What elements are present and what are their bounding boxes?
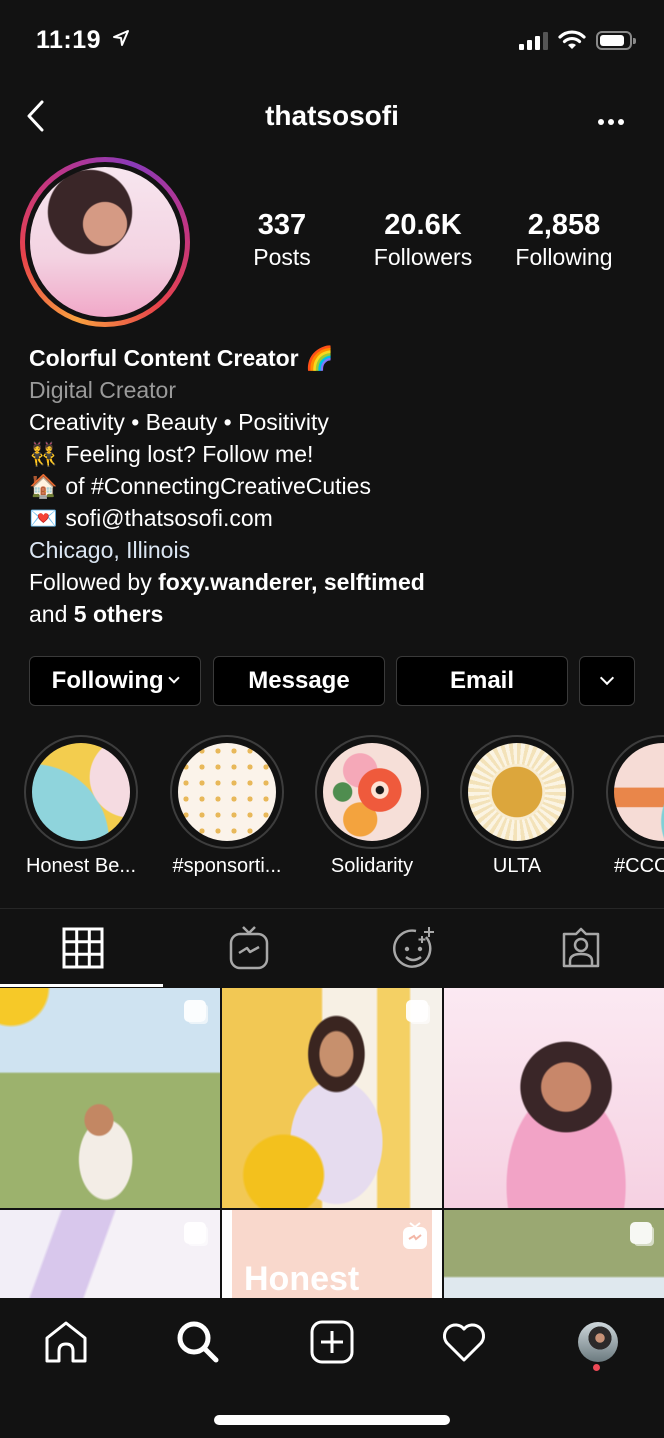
bio-line: Feeling lost? Follow me! (65, 441, 314, 467)
story-highlight[interactable]: ULTA (460, 735, 574, 878)
location-arrow-icon (113, 30, 129, 46)
tab-igtv[interactable] (166, 909, 332, 987)
igtv-icon (229, 926, 269, 970)
post-thumbnail[interactable] (0, 1210, 220, 1298)
profile-avatar-small (578, 1322, 618, 1362)
post-thumbnail[interactable] (444, 988, 664, 1208)
wifi-icon (558, 30, 586, 49)
activity-heart-icon (443, 1323, 485, 1362)
stat-followers[interactable]: 20.6K Followers (362, 208, 484, 272)
rainbow-emoji-icon: 🌈 (305, 345, 334, 371)
love-letter-emoji-icon: 💌 (29, 505, 58, 531)
notification-dot (593, 1364, 600, 1371)
house-emoji-icon: 🏠 (29, 473, 58, 499)
profile-avatar-story-ring[interactable] (20, 157, 190, 327)
post-thumbnail[interactable] (444, 1210, 664, 1298)
hashtag-link[interactable]: of #ConnectingCreativeCuties (65, 473, 371, 499)
face-sparkle-icon (393, 927, 434, 968)
search-icon (177, 1321, 219, 1363)
story-highlight[interactable]: #CCC (606, 735, 664, 878)
highlight-cover (468, 743, 566, 841)
highlight-cover (32, 743, 130, 841)
highlight-cover (614, 743, 664, 841)
status-bar: 11:19 (0, 0, 664, 80)
new-post-icon (310, 1320, 354, 1364)
bottom-navigation (0, 1298, 664, 1438)
home-icon (45, 1321, 87, 1363)
status-time: 11:19 (36, 26, 102, 54)
story-highlight[interactable]: Solidarity (315, 735, 429, 878)
more-options-button[interactable] (598, 112, 632, 125)
post-overlay-text: Honest (244, 1260, 360, 1298)
dancers-emoji-icon: 👯 (29, 441, 58, 467)
battery-icon (596, 31, 636, 50)
posts-grid: Honest (0, 988, 664, 1298)
tab-posts-grid[interactable] (0, 909, 166, 987)
nav-search[interactable] (168, 1312, 228, 1372)
followed-by-others[interactable]: and 5 others (29, 598, 649, 630)
highlight-cover (178, 743, 276, 841)
post-thumbnail[interactable]: Honest (222, 1210, 442, 1298)
page-title: thatsosofi (265, 100, 399, 131)
post-thumbnail[interactable] (222, 988, 442, 1208)
home-indicator (214, 1415, 450, 1425)
profile-bio: Colorful Content Creator 🌈 Digital Creat… (29, 342, 649, 630)
carousel-icon (184, 1000, 206, 1022)
igtv-badge-icon (403, 1222, 427, 1249)
message-button[interactable]: Message (213, 656, 385, 706)
profile-tabs (0, 908, 664, 988)
carousel-icon (630, 1222, 652, 1244)
carousel-icon (184, 1222, 206, 1244)
category-label: Digital Creator (29, 377, 176, 403)
stat-following[interactable]: 2,858 Following (504, 208, 624, 272)
suggested-accounts-button[interactable] (579, 656, 635, 706)
carousel-icon (406, 1000, 428, 1022)
tagged-person-icon (562, 927, 600, 968)
email-button[interactable]: Email (396, 656, 568, 706)
cellular-signal-icon (519, 32, 548, 50)
post-thumbnail[interactable] (0, 988, 220, 1208)
profile-avatar (30, 167, 180, 317)
active-tab-indicator (0, 984, 163, 987)
story-highlight[interactable]: Honest Be... (24, 735, 138, 878)
grid-icon (62, 927, 104, 969)
followed-by[interactable]: Followed by foxy.wanderer, selftimed (29, 566, 649, 598)
highlight-cover (323, 743, 421, 841)
bio-line: Creativity • Beauty • Positivity (29, 409, 329, 435)
chevron-down-icon (168, 672, 180, 684)
location-link[interactable]: Chicago, Illinois (29, 534, 649, 566)
tab-tagged[interactable] (498, 909, 664, 987)
email-link[interactable]: sofi@thatsosofi.com (65, 505, 272, 531)
stat-posts[interactable]: 337 Posts (232, 208, 332, 272)
chevron-down-icon (599, 670, 615, 686)
nav-home[interactable] (36, 1312, 96, 1372)
nav-activity[interactable] (434, 1312, 494, 1372)
nav-profile[interactable] (568, 1312, 628, 1372)
following-button[interactable]: Following (29, 656, 201, 706)
tab-effects[interactable] (332, 909, 498, 987)
display-name: Colorful Content Creator (29, 345, 299, 371)
nav-new-post[interactable] (302, 1312, 362, 1372)
story-highlight[interactable]: #sponsorti... (170, 735, 284, 878)
profile-header: thatsosofi (0, 88, 664, 148)
